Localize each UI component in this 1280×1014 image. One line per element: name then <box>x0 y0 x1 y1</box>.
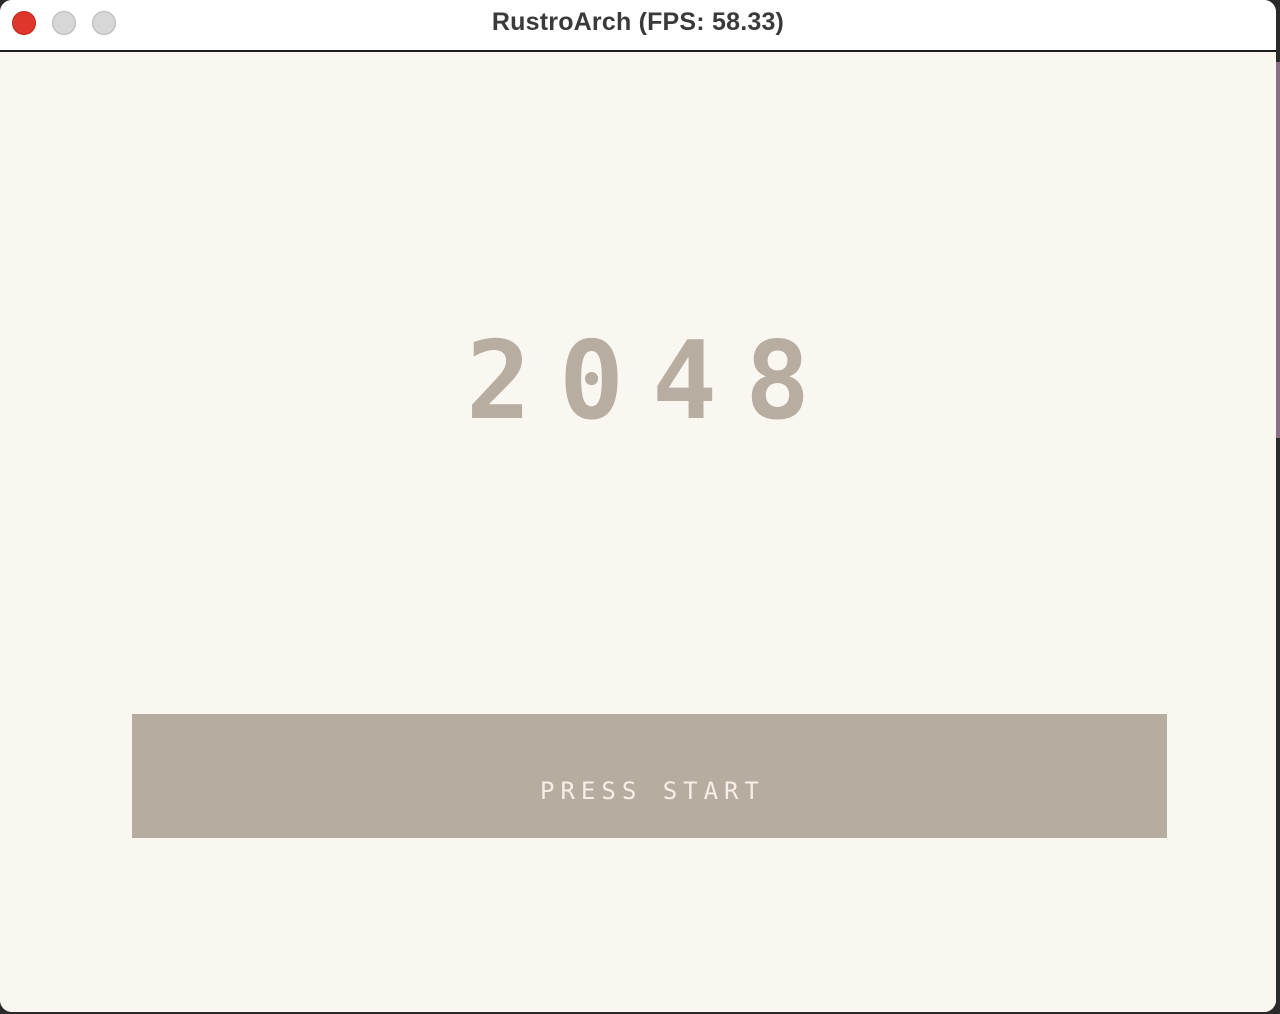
game-screen[interactable]: 2048 PRESS START <box>0 52 1276 1012</box>
window-title: RustroArch (FPS: 58.33) <box>491 8 785 36</box>
app-window: RustroArch (FPS: 58.33) 2048 PRESS START <box>0 0 1276 1012</box>
background-window-edge <box>1276 62 1280 438</box>
title-bar[interactable]: RustroArch (FPS: 58.33) <box>0 0 1276 52</box>
press-start-label: PRESS START <box>540 777 765 805</box>
game-logo: 2048 <box>465 319 839 444</box>
press-start-banner[interactable]: PRESS START <box>132 714 1167 838</box>
